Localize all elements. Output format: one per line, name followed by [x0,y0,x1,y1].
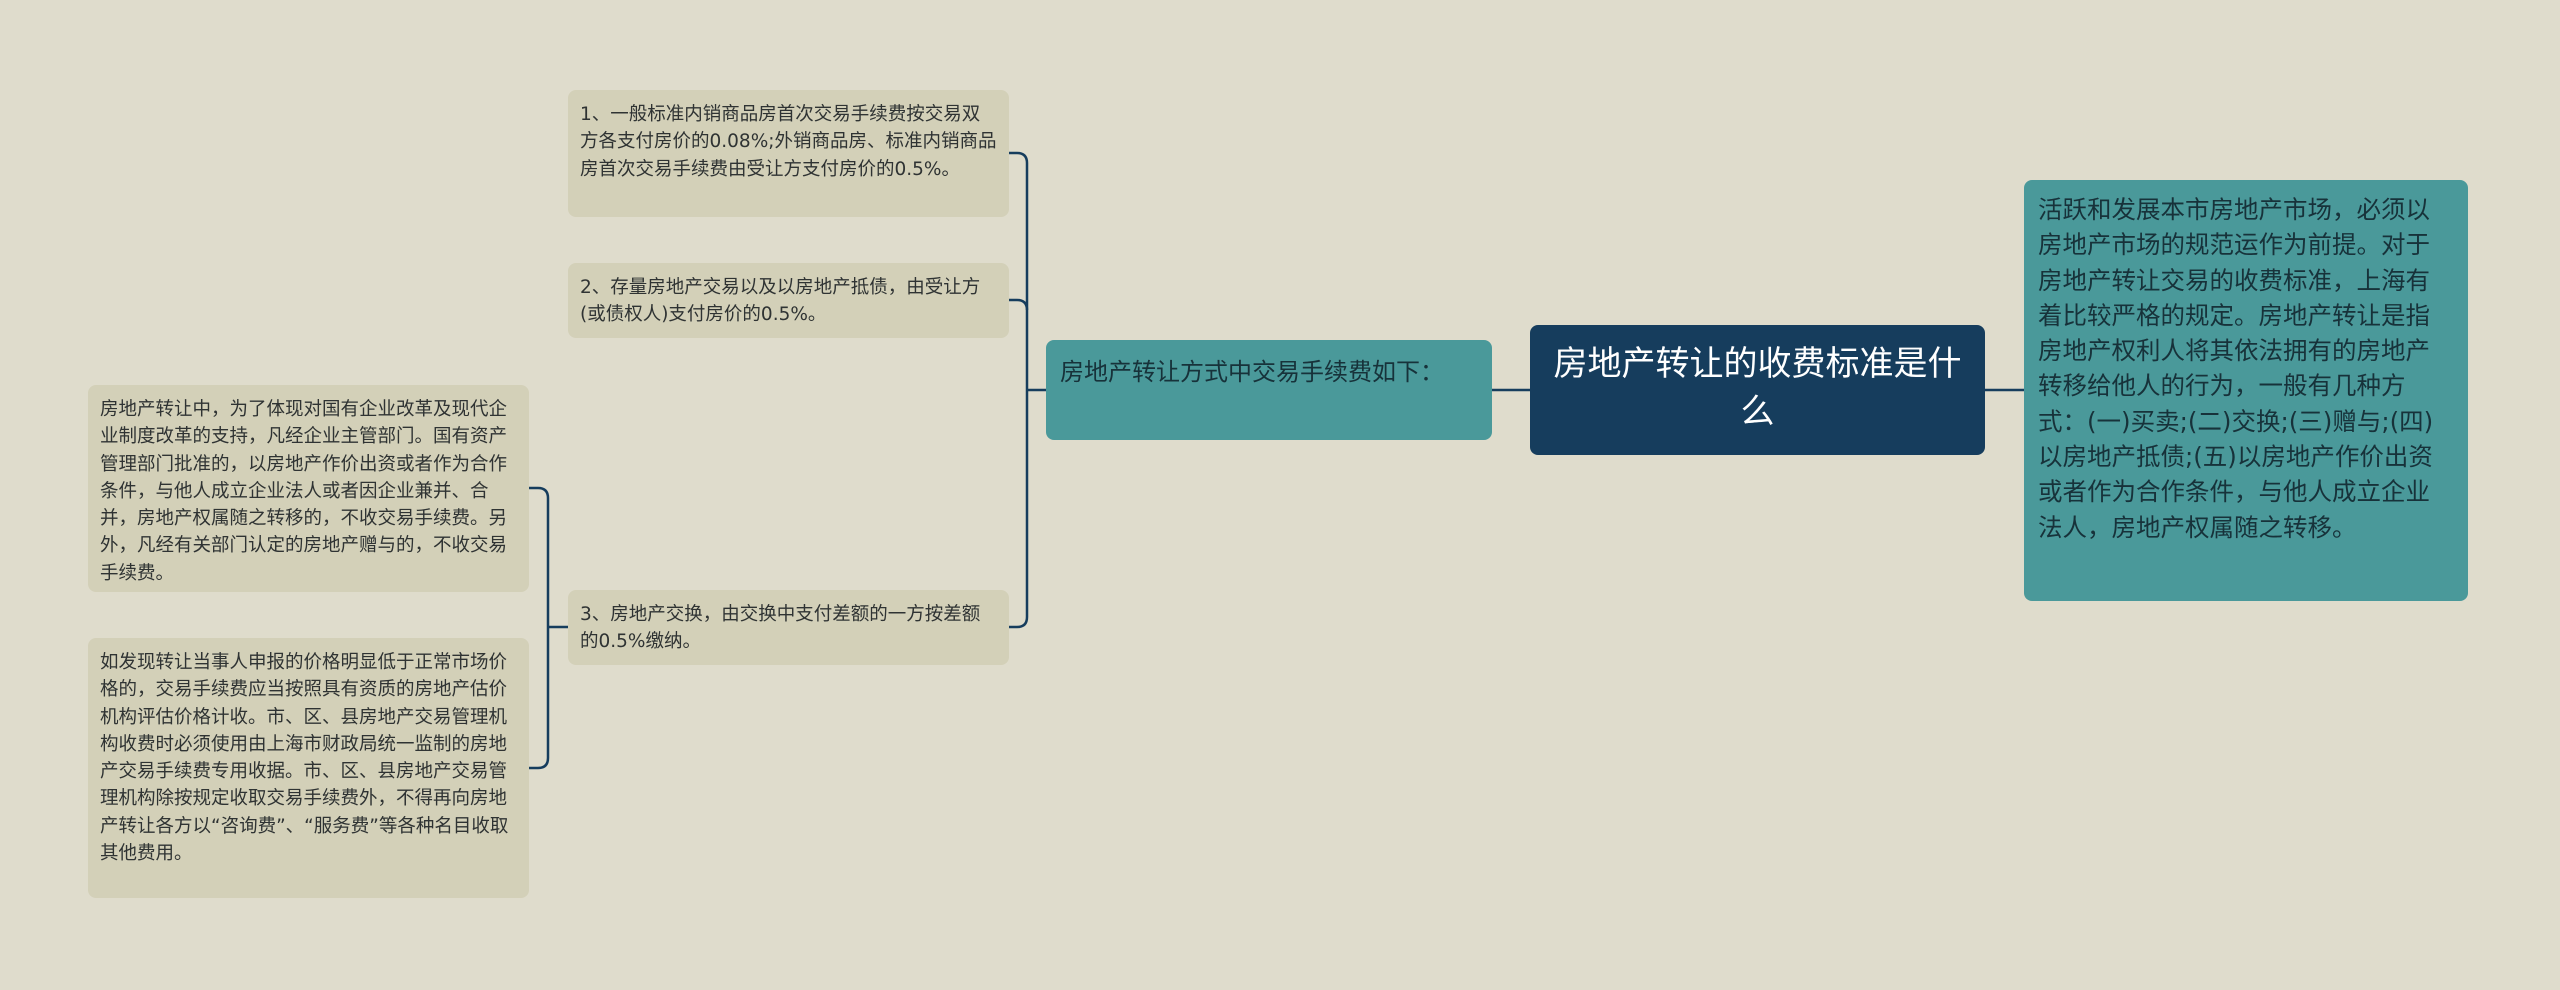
connector-mid-bracket [1009,151,1029,629]
fee-item-2[interactable]: 2、存量房地产交易以及以房地产抵债，由受让方(或债权人)支付房价的0.5%。 [568,263,1009,338]
root-topic[interactable]: 房地产转让的收费标准是什么 [1530,325,1985,455]
definition-node[interactable]: 活跃和发展本市房地产市场，必须以房地产市场的规范运作为前提。对于房地产转让交易的… [2024,180,2468,601]
fee-branch-node[interactable]: 房地产转让方式中交易手续费如下： [1046,340,1492,440]
pricing-regulation-note[interactable]: 如发现转让当事人申报的价格明显低于正常市场价格的，交易手续费应当按照具有资质的房… [88,638,529,898]
connector-mid-leaf2 [1009,298,1029,311]
connector-leaf3-bracket [529,486,550,770]
fee-item-1[interactable]: 1、一般标准内销商品房首次交易手续费按交易双方各支付房价的0.08%;外销商品房… [568,90,1009,217]
exemption-note[interactable]: 房地产转让中，为了体现对国有企业改革及现代企业制度改革的支持，凡经企业主管部门。… [88,385,529,592]
fee-item-3[interactable]: 3、房地产交换，由交换中支付差额的一方按差额的0.5%缴纳。 [568,590,1009,665]
